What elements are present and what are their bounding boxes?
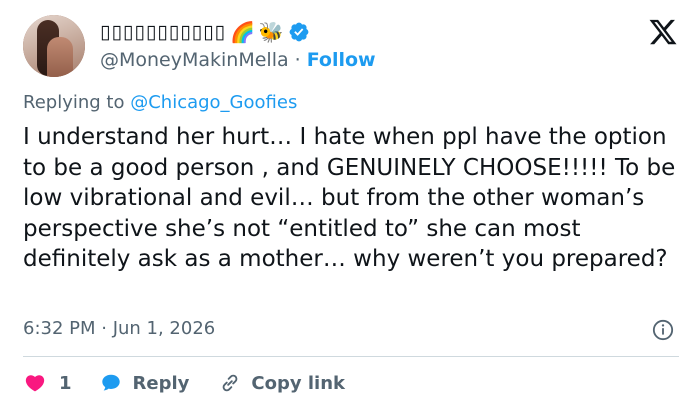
reply-button[interactable]: Reply xyxy=(99,372,190,394)
display-name[interactable]: ▯▯▯▯▯▯▯▯▯▯▯ xyxy=(100,21,226,43)
avatar[interactable] xyxy=(23,15,85,77)
divider xyxy=(23,356,679,357)
heart-icon xyxy=(25,375,45,392)
info-icon[interactable] xyxy=(652,319,674,341)
timestamp[interactable]: 6:32 PM · Jun 1, 2026 xyxy=(23,318,215,339)
like-button[interactable]: 1 xyxy=(23,372,72,394)
link-icon xyxy=(223,374,238,392)
replying-to-prefix: Replying to xyxy=(23,92,125,113)
tweet-text: I understand her hurt… I hate when ppl h… xyxy=(23,124,676,272)
handle[interactable]: @MoneyMakinMella xyxy=(100,49,289,71)
verified-badge-icon xyxy=(289,22,309,42)
copy-link-label: Copy link xyxy=(251,372,345,394)
replying-to: Replying to @Chicago_Goofies xyxy=(23,92,297,113)
separator-dot: · xyxy=(294,49,301,71)
like-count: 1 xyxy=(59,372,72,394)
copy-link-button[interactable]: Copy link xyxy=(219,372,345,394)
tweet-card: ▯▯▯▯▯▯▯▯▯▯▯ 🌈 🐝 @MoneyMakinMella · Follo… xyxy=(0,0,700,410)
x-logo-icon[interactable] xyxy=(648,17,678,47)
follow-button[interactable]: Follow xyxy=(307,49,376,71)
replying-to-mention[interactable]: @Chicago_Goofies xyxy=(130,92,297,113)
handle-row: @MoneyMakinMella · Follow xyxy=(100,48,376,72)
bee-emoji: 🐝 xyxy=(258,20,284,44)
speech-bubble-icon xyxy=(101,374,120,391)
reply-label: Reply xyxy=(132,372,190,394)
author-name-row: ▯▯▯▯▯▯▯▯▯▯▯ 🌈 🐝 xyxy=(100,18,310,46)
action-bar: 1 Reply Copy link xyxy=(23,366,345,400)
rainbow-emoji: 🌈 xyxy=(230,20,255,44)
